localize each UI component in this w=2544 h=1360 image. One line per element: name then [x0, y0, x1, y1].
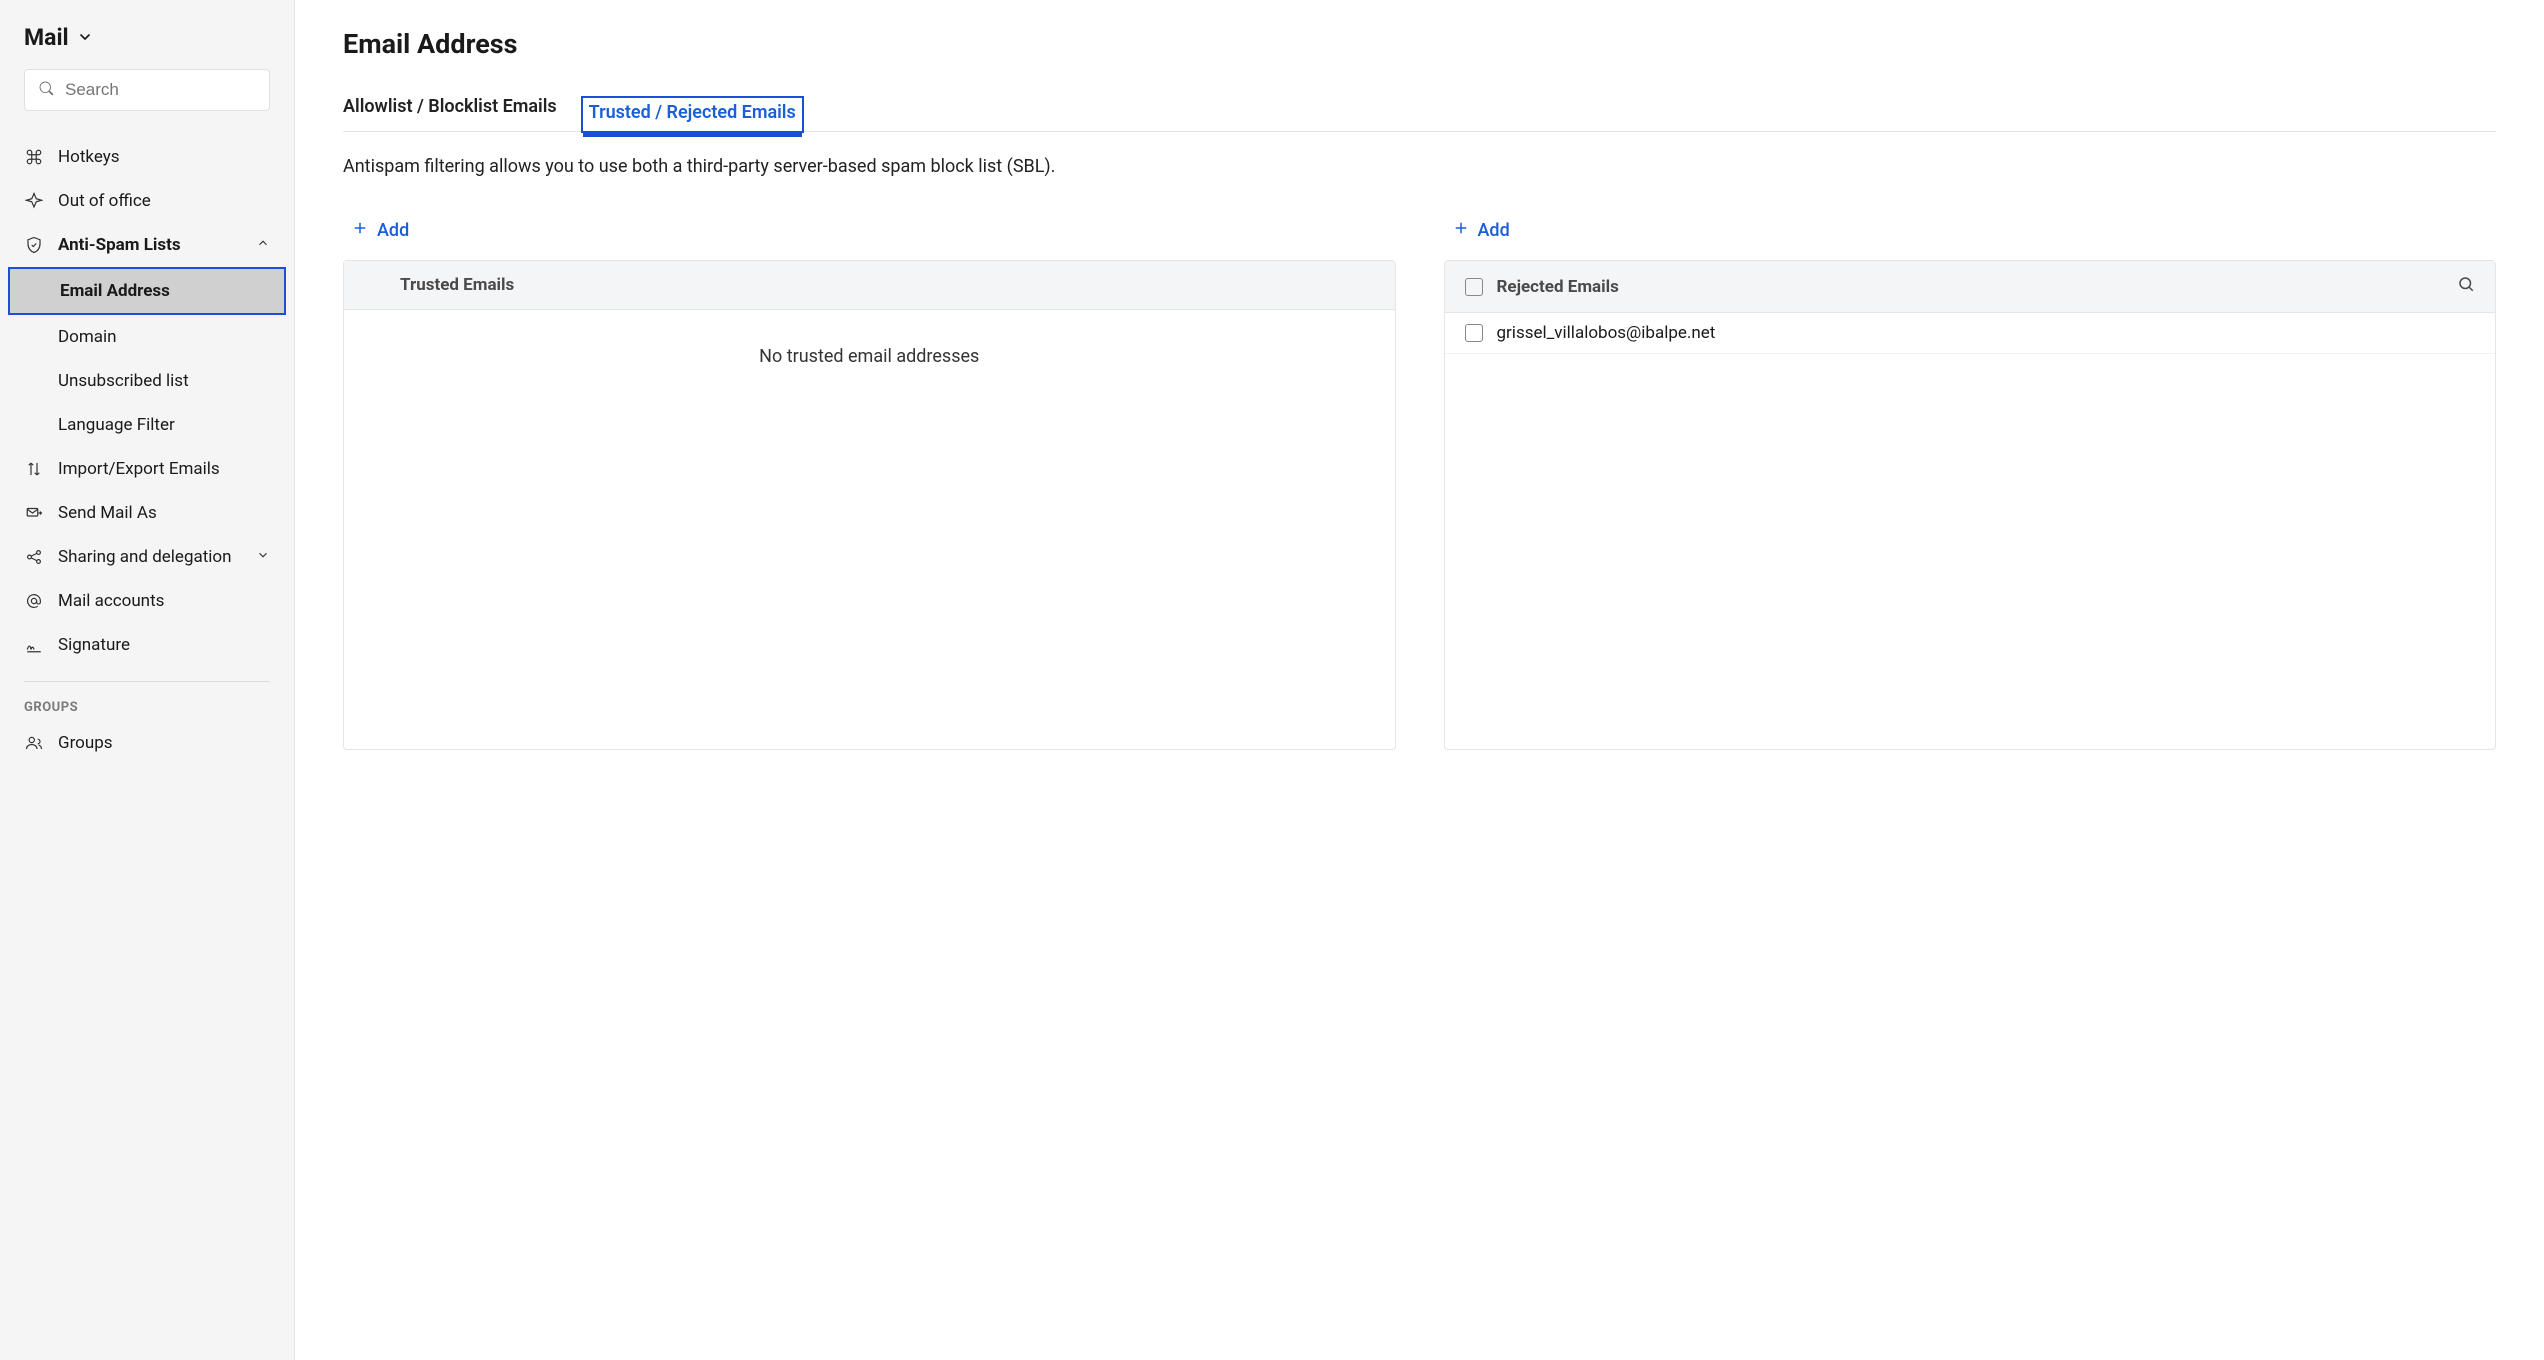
- trusted-panel-header: Trusted Emails: [344, 261, 1395, 310]
- sidebar-header-label: Mail: [24, 24, 69, 51]
- tab-label: Allowlist / Blocklist Emails: [343, 96, 557, 117]
- nav-label: Anti-Spam Lists: [58, 235, 181, 255]
- share-icon: [24, 547, 44, 567]
- panel-title: Rejected Emails: [1497, 277, 1619, 297]
- rejected-panel-body: grissel_villalobos@ibalpe.net: [1445, 313, 2496, 749]
- nav-list: Hotkeys Out of office Anti-Spam Lists Em…: [0, 135, 294, 667]
- two-column-layout: Add Trusted Emails No trusted email addr…: [343, 219, 2496, 750]
- chevron-up-icon: [256, 235, 270, 255]
- rejected-panel-header: Rejected Emails: [1445, 261, 2496, 313]
- nav-sub-label: Domain: [58, 327, 117, 347]
- plus-icon: [1452, 219, 1470, 242]
- nav-anti-spam-sublist: Email Address Domain Unsubscribed list L…: [8, 267, 286, 447]
- nav-import-export[interactable]: Import/Export Emails: [8, 447, 286, 491]
- signature-icon: [24, 635, 44, 655]
- main-content: Email Address Allowlist / Blocklist Emai…: [295, 0, 2544, 1360]
- search-rejected-button[interactable]: [2457, 275, 2475, 298]
- nav-anti-spam-lists[interactable]: Anti-Spam Lists: [8, 223, 286, 267]
- tabs: Allowlist / Blocklist Emails Trusted / R…: [343, 96, 2496, 132]
- row-checkbox[interactable]: [1465, 324, 1483, 342]
- sidebar-module-selector[interactable]: Mail: [0, 24, 294, 69]
- nav-sub-language-filter[interactable]: Language Filter: [8, 403, 286, 447]
- add-rejected-button[interactable]: Add: [1444, 219, 2497, 260]
- section-header-groups: GROUPS: [0, 682, 294, 721]
- select-all-checkbox[interactable]: [1465, 278, 1483, 296]
- nav-label: Hotkeys: [58, 147, 120, 167]
- tab-trusted-rejected[interactable]: Trusted / Rejected Emails: [581, 96, 804, 133]
- nav-sharing-delegation[interactable]: Sharing and delegation: [8, 535, 286, 579]
- search-icon: [37, 79, 65, 101]
- nav-signature[interactable]: Signature: [8, 623, 286, 667]
- at-icon: [24, 591, 44, 611]
- panel-title: Trusted Emails: [400, 275, 514, 295]
- mail-send-icon: [24, 503, 44, 523]
- nav-sub-unsubscribed[interactable]: Unsubscribed list: [8, 359, 286, 403]
- trusted-panel-body: No trusted email addresses: [344, 310, 1395, 749]
- shield-icon: [24, 235, 44, 255]
- nav-label: Out of office: [58, 191, 151, 211]
- nav-send-mail-as[interactable]: Send Mail As: [8, 491, 286, 535]
- nav-list-groups: Groups: [0, 721, 294, 765]
- nav-mail-accounts[interactable]: Mail accounts: [8, 579, 286, 623]
- add-label: Add: [1478, 220, 1510, 241]
- page-title: Email Address: [343, 28, 2496, 60]
- add-trusted-button[interactable]: Add: [343, 219, 1396, 260]
- nav-label: Send Mail As: [58, 503, 157, 523]
- trusted-empty-state: No trusted email addresses: [344, 310, 1395, 403]
- nav-label: Signature: [58, 635, 130, 655]
- airplane-icon: [24, 191, 44, 211]
- nav-label: Import/Export Emails: [58, 459, 220, 479]
- plus-icon: [351, 219, 369, 242]
- chevron-down-icon: [77, 24, 93, 51]
- nav-sub-label: Unsubscribed list: [58, 371, 189, 391]
- nav-out-of-office[interactable]: Out of office: [8, 179, 286, 223]
- people-icon: [24, 733, 44, 753]
- search-input-wrapper[interactable]: [24, 69, 270, 111]
- tab-allowlist-blocklist[interactable]: Allowlist / Blocklist Emails: [343, 96, 557, 131]
- nav-sub-label: Email Address: [60, 281, 170, 301]
- sidebar: Mail Hotkeys Out of office Anti-Spa: [0, 0, 295, 1360]
- nav-sub-email-address[interactable]: Email Address: [8, 267, 286, 315]
- description-text: Antispam filtering allows you to use bot…: [343, 156, 2496, 177]
- add-label: Add: [377, 220, 409, 241]
- nav-label: Groups: [58, 733, 113, 753]
- nav-groups[interactable]: Groups: [8, 721, 286, 765]
- nav-label: Mail accounts: [58, 591, 164, 611]
- nav-hotkeys[interactable]: Hotkeys: [8, 135, 286, 179]
- nav-sub-label: Language Filter: [58, 415, 175, 435]
- nav-sub-domain[interactable]: Domain: [8, 315, 286, 359]
- tab-label: Trusted / Rejected Emails: [589, 102, 796, 123]
- rejected-panel: Rejected Emails grissel_villalobos@ibalp…: [1444, 260, 2497, 750]
- trusted-column: Add Trusted Emails No trusted email addr…: [343, 219, 1396, 750]
- trusted-panel: Trusted Emails No trusted email addresse…: [343, 260, 1396, 750]
- nav-label: Sharing and delegation: [58, 547, 232, 567]
- command-icon: [24, 147, 44, 167]
- rejected-email-row[interactable]: grissel_villalobos@ibalpe.net: [1445, 313, 2496, 354]
- search-input[interactable]: [65, 80, 257, 100]
- email-address-text: grissel_villalobos@ibalpe.net: [1497, 323, 1716, 343]
- arrows-up-down-icon: [24, 459, 44, 479]
- chevron-down-icon: [256, 547, 270, 567]
- rejected-column: Add Rejected Emails grissel_villalobos@i…: [1444, 219, 2497, 750]
